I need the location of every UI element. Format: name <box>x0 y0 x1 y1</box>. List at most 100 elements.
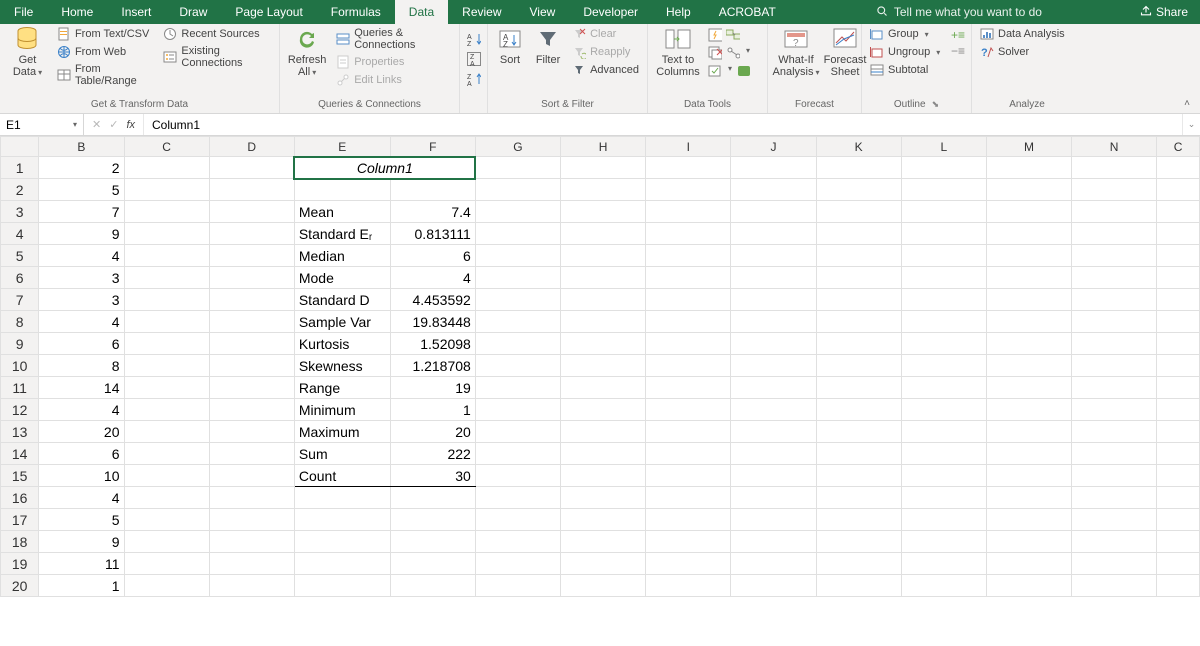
cell-K15[interactable] <box>816 465 901 487</box>
data-validation-icon[interactable] <box>708 64 722 78</box>
tell-me-search[interactable]: Tell me what you want to do <box>876 0 1042 24</box>
name-box-dropdown-icon[interactable]: ▾ <box>73 120 77 129</box>
from-text-csv-button[interactable]: From Text/CSV <box>55 26 155 42</box>
cell-J9[interactable] <box>731 333 816 355</box>
cell-C20[interactable] <box>124 575 209 597</box>
cell-G18[interactable] <box>475 531 560 553</box>
cell-I19[interactable] <box>646 553 731 575</box>
row-header[interactable]: 14 <box>1 443 39 465</box>
from-web-button[interactable]: From Web <box>55 44 155 60</box>
cell-O17[interactable] <box>1157 509 1200 531</box>
cell-C17[interactable] <box>124 509 209 531</box>
cell-E8[interactable]: Sample Var <box>294 311 390 333</box>
row-header[interactable]: 10 <box>1 355 39 377</box>
cell-G10[interactable] <box>475 355 560 377</box>
cell-M18[interactable] <box>986 531 1071 553</box>
existing-connections-button[interactable]: Existing Connections <box>161 44 273 70</box>
cell-L5[interactable] <box>901 245 986 267</box>
menu-tab-help[interactable]: Help <box>652 0 705 24</box>
cell-M16[interactable] <box>986 487 1071 509</box>
column-header-C[interactable]: C <box>1157 137 1200 157</box>
cell-I9[interactable] <box>646 333 731 355</box>
cell-H6[interactable] <box>561 267 646 289</box>
cell-F5[interactable]: 6 <box>390 245 475 267</box>
cell-L3[interactable] <box>901 201 986 223</box>
cell-K3[interactable] <box>816 201 901 223</box>
cell-C14[interactable] <box>124 443 209 465</box>
row-header[interactable]: 11 <box>1 377 39 399</box>
cell-K17[interactable] <box>816 509 901 531</box>
cell-J18[interactable] <box>731 531 816 553</box>
cell-N12[interactable] <box>1072 399 1157 421</box>
cell-E10[interactable]: Skewness <box>294 355 390 377</box>
column-header-M[interactable]: M <box>986 137 1071 157</box>
cell-B10[interactable]: 8 <box>39 355 124 377</box>
row-header[interactable]: 13 <box>1 421 39 443</box>
cell-N20[interactable] <box>1072 575 1157 597</box>
data-analysis-button[interactable]: Data Analysis <box>978 26 1067 42</box>
cell-B5[interactable]: 4 <box>39 245 124 267</box>
cell-G14[interactable] <box>475 443 560 465</box>
cell-J10[interactable] <box>731 355 816 377</box>
column-header-B[interactable]: B <box>39 137 124 157</box>
cell-B18[interactable]: 9 <box>39 531 124 553</box>
cell-B3[interactable]: 7 <box>39 201 124 223</box>
cell-F4[interactable]: 0.813111 <box>390 223 475 245</box>
from-table-range-button[interactable]: From Table/Range <box>55 62 155 88</box>
formula-input[interactable]: Column1 <box>144 114 1182 135</box>
cell-B14[interactable]: 6 <box>39 443 124 465</box>
cell-B7[interactable]: 3 <box>39 289 124 311</box>
cell-N18[interactable] <box>1072 531 1157 553</box>
cell-D11[interactable] <box>209 377 294 399</box>
text-to-columns-button[interactable]: Text to Columns <box>654 26 702 78</box>
cell-L2[interactable] <box>901 179 986 201</box>
cell-G17[interactable] <box>475 509 560 531</box>
manage-data-model-icon[interactable] <box>736 64 750 78</box>
cell-B17[interactable]: 5 <box>39 509 124 531</box>
cell-H1[interactable] <box>561 157 646 179</box>
row-header[interactable]: 19 <box>1 553 39 575</box>
cell-L17[interactable] <box>901 509 986 531</box>
menu-tab-formulas[interactable]: Formulas <box>317 0 395 24</box>
cell-D8[interactable] <box>209 311 294 333</box>
cell-O15[interactable] <box>1157 465 1200 487</box>
cell-N16[interactable] <box>1072 487 1157 509</box>
cell-E18[interactable] <box>294 531 390 553</box>
cell-L4[interactable] <box>901 223 986 245</box>
cell-C2[interactable] <box>124 179 209 201</box>
clear-filter-button[interactable]: Clear <box>570 26 641 42</box>
cell-L15[interactable] <box>901 465 986 487</box>
cell-L16[interactable] <box>901 487 986 509</box>
cell-L12[interactable] <box>901 399 986 421</box>
cell-M11[interactable] <box>986 377 1071 399</box>
row-header[interactable]: 2 <box>1 179 39 201</box>
select-all-corner[interactable] <box>1 137 39 157</box>
cell-M9[interactable] <box>986 333 1071 355</box>
cell-G19[interactable] <box>475 553 560 575</box>
cell-C16[interactable] <box>124 487 209 509</box>
cell-B2[interactable]: 5 <box>39 179 124 201</box>
cell-C1[interactable] <box>124 157 209 179</box>
share-button[interactable]: Share <box>1128 0 1200 24</box>
cell-J13[interactable] <box>731 421 816 443</box>
row-header[interactable]: 15 <box>1 465 39 487</box>
cell-D18[interactable] <box>209 531 294 553</box>
cell-K11[interactable] <box>816 377 901 399</box>
cell-I12[interactable] <box>646 399 731 421</box>
cell-D15[interactable] <box>209 465 294 487</box>
cell-E5[interactable]: Median <box>294 245 390 267</box>
cell-J12[interactable] <box>731 399 816 421</box>
cell-K1[interactable] <box>816 157 901 179</box>
column-header-K[interactable]: K <box>816 137 901 157</box>
cell-K16[interactable] <box>816 487 901 509</box>
cell-I17[interactable] <box>646 509 731 531</box>
menu-tab-draw[interactable]: Draw <box>165 0 221 24</box>
row-header[interactable]: 5 <box>1 245 39 267</box>
outline-launcher-icon[interactable]: ⬊ <box>932 99 940 109</box>
cell-C10[interactable] <box>124 355 209 377</box>
sort-za-icon[interactable]: ZA <box>467 52 481 66</box>
cell-K10[interactable] <box>816 355 901 377</box>
cell-H11[interactable] <box>561 377 646 399</box>
cell-G1[interactable] <box>475 157 560 179</box>
recent-sources-button[interactable]: Recent Sources <box>161 26 273 42</box>
